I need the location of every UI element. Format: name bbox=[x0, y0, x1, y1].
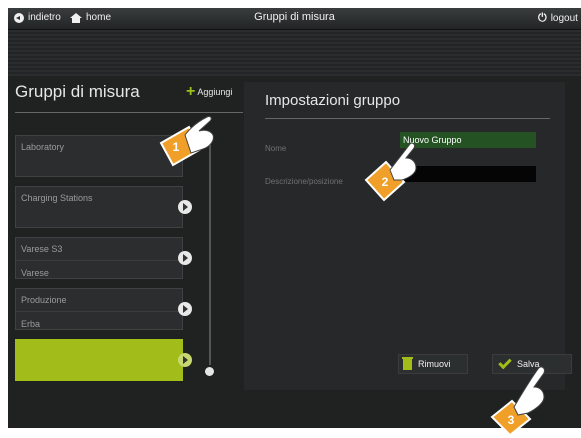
open-group-arrow-icon[interactable] bbox=[178, 353, 192, 367]
callout-step-1: 1 bbox=[159, 116, 214, 167]
divider bbox=[265, 118, 550, 119]
open-group-arrow-icon[interactable] bbox=[178, 200, 192, 214]
group-settings-panel bbox=[244, 82, 565, 390]
callout-number: 1 bbox=[173, 140, 180, 154]
description-label: Descrizione/posizione bbox=[265, 177, 343, 186]
group-item-produzione[interactable]: Produzione Erba bbox=[15, 288, 183, 330]
add-label: Aggiungi bbox=[197, 87, 233, 97]
power-icon: ⏻ bbox=[538, 12, 547, 24]
group-item-new-selected[interactable] bbox=[15, 339, 183, 381]
settings-title: Impostazioni gruppo bbox=[265, 92, 401, 109]
pointing-hand-icon bbox=[184, 116, 214, 154]
logout-label: logout bbox=[550, 13, 578, 24]
group-name: Produzione bbox=[21, 295, 67, 305]
logout-button[interactable]: ⏻ logout bbox=[538, 12, 578, 25]
group-name: Varese S3 bbox=[21, 244, 63, 254]
header-band bbox=[8, 30, 581, 76]
callout-step-2: 2 bbox=[364, 142, 417, 202]
group-item-charging-stations[interactable]: Charging Stations bbox=[15, 186, 183, 228]
remove-button[interactable]: Rimuovi bbox=[398, 354, 468, 374]
groups-title: Gruppi di misura bbox=[15, 82, 140, 101]
pointing-hand-icon bbox=[513, 366, 545, 416]
name-label: Nome bbox=[265, 144, 287, 153]
pointing-hand-icon bbox=[389, 142, 417, 181]
plus-icon: + bbox=[186, 83, 196, 100]
callout-step-3: 3 bbox=[490, 366, 545, 437]
scrollbar-handle[interactable] bbox=[205, 367, 214, 376]
page-title: Gruppi di misura bbox=[254, 11, 335, 23]
group-location: Varese bbox=[21, 268, 49, 278]
group-name: Charging Stations bbox=[21, 193, 93, 203]
group-item-varese-s3[interactable]: Varese S3 Varese bbox=[15, 237, 183, 279]
top-bar: indietro home Gruppi di misura ⏻ logout bbox=[8, 8, 581, 30]
group-location: Erba bbox=[21, 319, 41, 329]
callout-number: 2 bbox=[382, 175, 389, 189]
divider bbox=[16, 311, 182, 312]
add-group-button[interactable]: + Aggiungi bbox=[186, 83, 233, 100]
remove-label: Rimuovi bbox=[418, 359, 451, 369]
callout-number: 3 bbox=[508, 413, 515, 427]
open-group-arrow-icon[interactable] bbox=[178, 302, 192, 316]
trash-icon bbox=[402, 356, 413, 370]
open-group-arrow-icon[interactable] bbox=[178, 251, 192, 265]
divider bbox=[16, 260, 182, 261]
group-name: Laboratory bbox=[21, 142, 65, 152]
